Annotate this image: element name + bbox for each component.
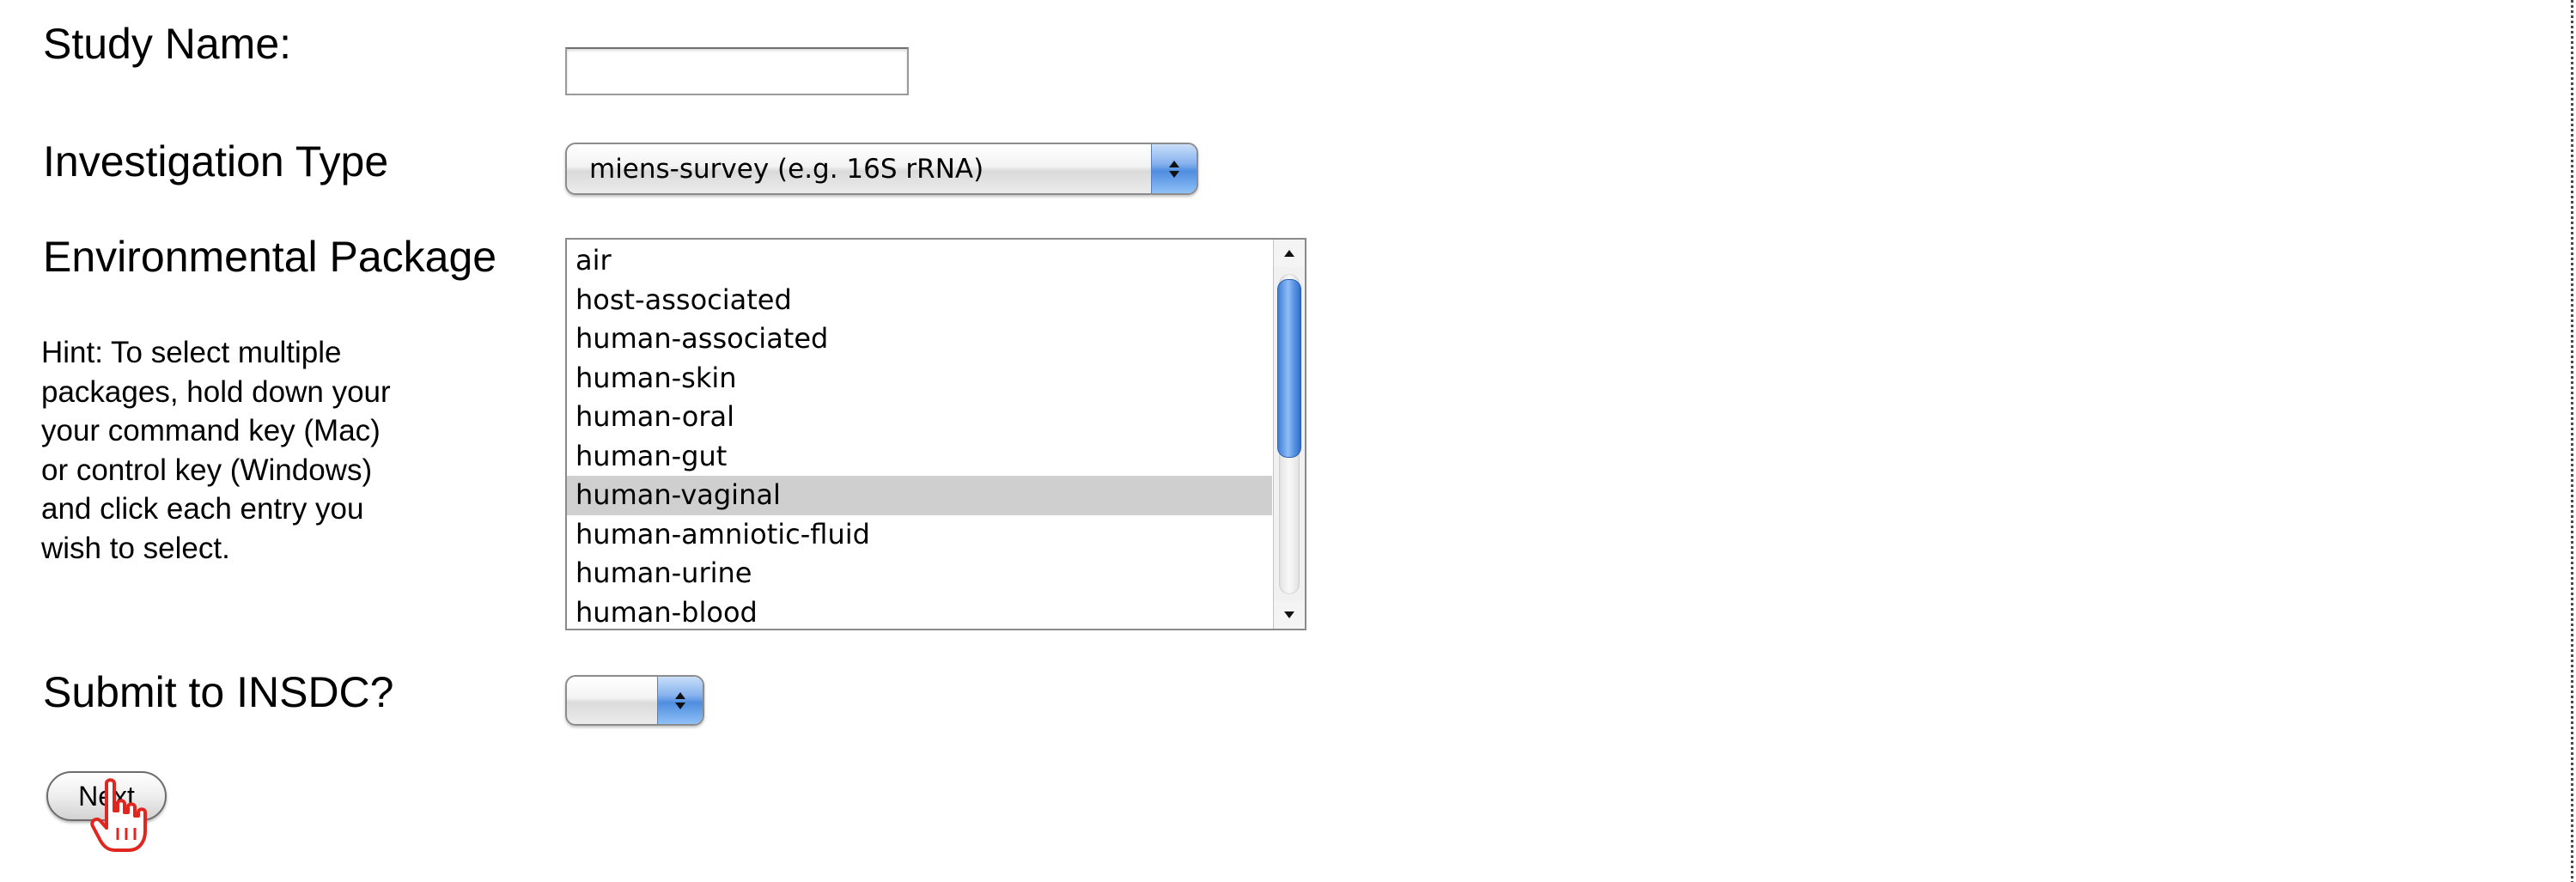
package-option[interactable]: human-blood <box>567 593 1272 630</box>
next-button[interactable]: Next <box>46 771 167 821</box>
package-option[interactable]: human-associated <box>567 319 1272 359</box>
window-edge <box>2571 0 2573 882</box>
package-option[interactable]: human-vaginal <box>567 476 1272 515</box>
study-name-label: Study Name: <box>43 20 292 68</box>
package-option[interactable]: air <box>567 241 1272 281</box>
up-down-arrows-icon <box>1151 144 1197 193</box>
package-option[interactable]: human-urine <box>567 554 1272 593</box>
investigation-type-label: Investigation Type <box>43 137 389 186</box>
scroll-up-arrow-icon[interactable] <box>1274 240 1305 267</box>
environmental-package-label: Environmental Package <box>43 233 497 281</box>
scroll-down-arrow-icon[interactable] <box>1274 601 1305 629</box>
scroll-thumb[interactable] <box>1277 279 1301 458</box>
investigation-type-select[interactable]: miens-survey (e.g. 16S rRNA) <box>565 143 1198 195</box>
package-option[interactable]: human-skin <box>567 359 1272 398</box>
package-list-scrollbar[interactable] <box>1273 240 1305 629</box>
up-down-arrows-icon <box>657 677 703 724</box>
package-option[interactable]: human-gut <box>567 437 1272 477</box>
study-name-input[interactable] <box>565 47 909 95</box>
environmental-package-list[interactable]: air host-associated human-associated human-… <box>565 238 1306 630</box>
package-option[interactable]: human-amniotic-fluid <box>567 515 1272 555</box>
environmental-package-hint: Hint: To select multiple packages, hold … <box>41 336 391 565</box>
submit-to-insdc-label: Submit to INSDC? <box>43 668 394 716</box>
package-option[interactable]: human-oral <box>567 398 1272 437</box>
investigation-type-value: miens-survey (e.g. 16S rRNA) <box>589 153 984 185</box>
package-option[interactable]: host-associated <box>567 281 1272 320</box>
submit-to-insdc-select[interactable] <box>565 675 704 726</box>
package-options: air host-associated human-associated human-… <box>567 241 1272 630</box>
